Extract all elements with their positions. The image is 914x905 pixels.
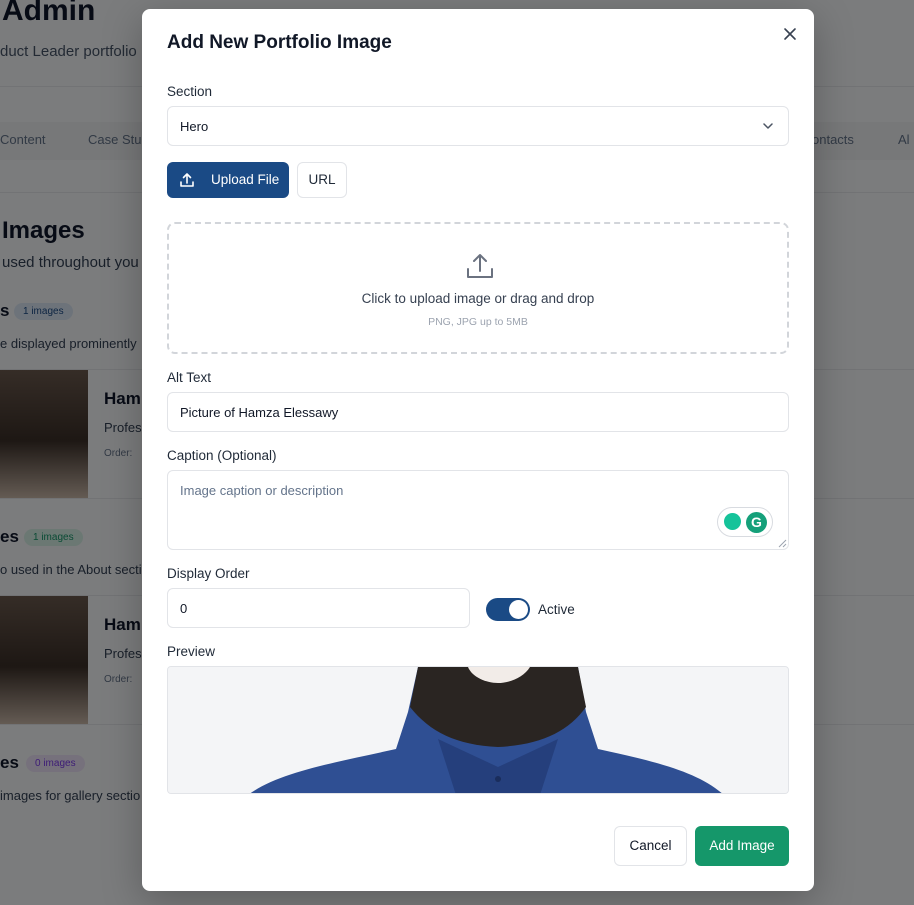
add-image-button[interactable]: Add Image [695,826,789,866]
lightbulb-icon [724,513,741,530]
preview-label: Preview [167,644,216,659]
caption-textarea[interactable]: Image caption or description [167,470,789,550]
toggle-knob [509,600,528,619]
url-tab[interactable]: URL [297,162,347,198]
grammarly-widget[interactable]: G [717,507,773,537]
section-label: Section [167,84,213,99]
alt-text-label: Alt Text [167,370,212,385]
upload-file-label: Upload File [211,172,280,187]
image-preview [167,666,789,794]
resize-handle-icon[interactable] [778,539,787,548]
active-toggle[interactable] [486,598,530,621]
preview-photo [168,667,788,793]
add-image-dialog: Add New Portfolio Image Section Hero Upl… [142,9,814,891]
alt-text-input[interactable]: Picture of Hamza Elessawy [167,392,789,432]
close-icon[interactable] [782,26,798,42]
dropzone-text: Click to upload image or drag and drop [361,291,595,306]
display-order-label: Display Order [167,566,250,581]
upload-icon [180,173,194,187]
upload-dropzone[interactable]: Click to upload image or drag and drop P… [167,222,789,354]
active-label: Active [538,602,575,617]
dialog-title: Add New Portfolio Image [167,32,392,53]
upload-icon [467,254,493,278]
section-select-value: Hero [180,119,209,134]
dropzone-hint: PNG, JPG up to 5MB [428,316,528,328]
cancel-button[interactable]: Cancel [614,826,687,866]
display-order-input[interactable]: 0 [167,588,470,628]
caption-label: Caption (Optional) [167,448,277,463]
grammarly-icon: G [746,512,767,533]
chevron-down-icon [763,123,773,129]
upload-file-tab[interactable]: Upload File [167,162,289,198]
section-select[interactable]: Hero [167,106,789,146]
